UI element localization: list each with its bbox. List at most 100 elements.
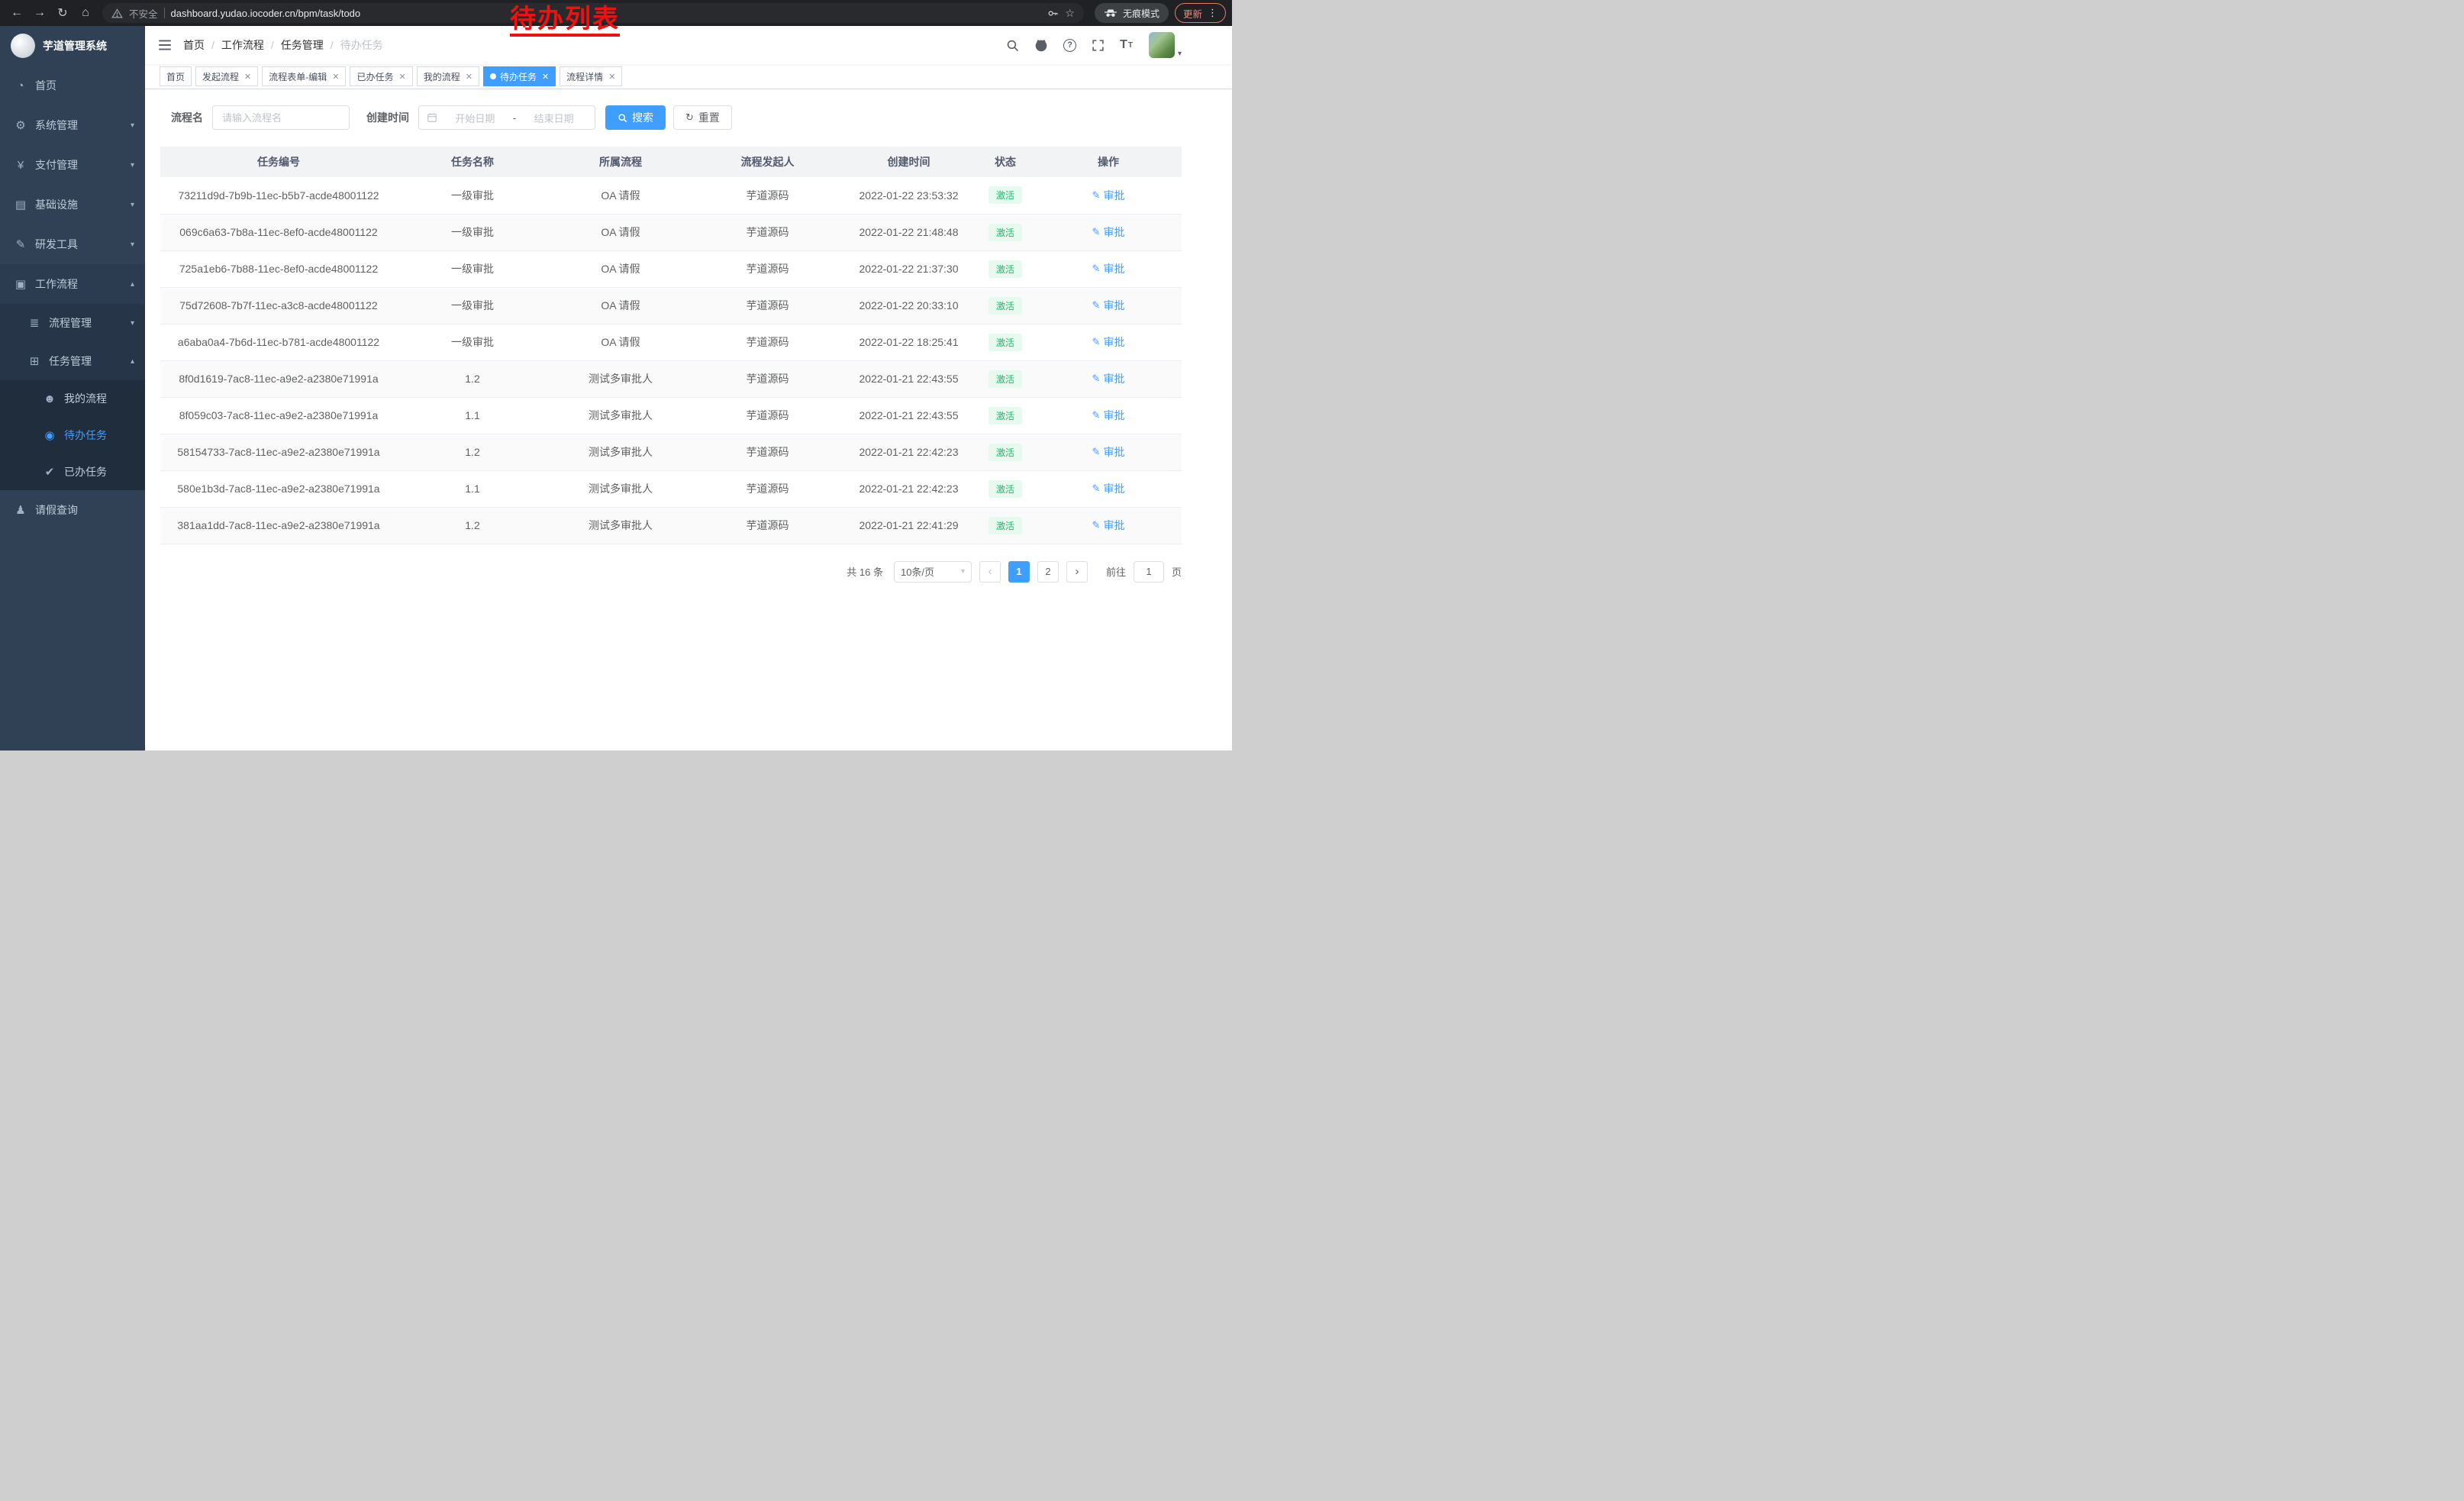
cell-created: 2022-01-21 22:43:55 [842,360,976,397]
cell-process: OA 请假 [548,324,693,360]
process-name-input[interactable] [212,105,350,130]
tab-todo-tasks[interactable]: 待办任务 ✕ [483,66,556,86]
bookmark-star-icon[interactable]: ☆ [1065,7,1075,20]
edit-icon: ✎ [1092,483,1101,495]
chevron-down-icon: ▾ [131,161,134,169]
table-row: 725a1eb6-7b88-11ec-8ef0-acde48001122 一级审… [160,250,1182,287]
sidebar-item-home[interactable]: ◔ 首页 [0,66,145,105]
sidebar-item-label: 请假查询 [35,502,78,518]
prev-page-button[interactable]: ‹ [979,561,1001,583]
home-icon[interactable]: ⌂ [75,2,96,24]
approve-link[interactable]: ✎审批 [1092,444,1125,460]
pagination-total: 共 16 条 [847,564,883,579]
sidebar-item-workflow[interactable]: ▣ 工作流程 ▴ [0,264,145,304]
menu-dots-icon[interactable]: ⋮ [1208,7,1217,19]
chevron-down-icon: ▾ [961,567,965,576]
annotation-todo-list: 待办列表 [510,6,620,37]
github-icon[interactable] [1034,38,1048,52]
cell-process: OA 请假 [548,287,693,324]
reset-button[interactable]: ↻ 重置 [673,105,732,130]
topbar: 首页 / 工作流程 / 任务管理 / 待办任务 ? [145,26,1232,64]
help-icon[interactable]: ? [1063,39,1076,52]
reload-icon[interactable]: ↻ [52,2,73,24]
tab-home[interactable]: 首页 [160,66,192,86]
start-date-placeholder[interactable]: 开始日期 [442,111,508,125]
col-task-id: 任务编号 [160,147,397,177]
approve-link[interactable]: ✎审批 [1092,298,1125,313]
search-button[interactable]: 搜索 [605,105,666,130]
search-icon[interactable] [1006,39,1019,52]
dashboard-icon: ◔ [14,79,27,92]
tab-form-edit[interactable]: 流程表单-编辑 ✕ [262,66,346,86]
sidebar-item-done-task[interactable]: ✔ 已办任务 [0,454,145,490]
avatar[interactable] [1149,32,1175,58]
browser-update-button[interactable]: 更新 ⋮ [1175,3,1226,23]
sidebar-item-label: 系统管理 [35,118,78,133]
approve-link[interactable]: ✎审批 [1092,481,1125,496]
tab-done-tasks[interactable]: 已办任务 ✕ [350,66,412,86]
end-date-placeholder[interactable]: 结束日期 [521,111,587,125]
tab-my-process[interactable]: 我的流程 ✕ [417,66,479,86]
create-time-label: 创建时间 [366,110,409,125]
tab-start-process[interactable]: 发起流程 ✕ [195,66,258,86]
tab-process-detail[interactable]: 流程详情 ✕ [560,66,622,86]
close-tab-icon[interactable]: ✕ [398,72,405,82]
approve-link[interactable]: ✎审批 [1092,188,1125,203]
cell-task-name: 一级审批 [397,250,548,287]
close-tab-icon[interactable]: ✕ [542,72,549,82]
edit-icon: ✎ [1092,336,1101,348]
page-content: 流程名 创建时间 开始日期 - 结束日期 [145,89,1232,750]
status-badge: 激活 [989,444,1022,461]
next-page-button[interactable]: › [1066,561,1088,583]
goto-page-input[interactable] [1134,561,1164,583]
cell-initiator: 芋道源码 [693,507,842,544]
forward-icon[interactable]: → [29,2,50,24]
breadcrumb-current: 待办任务 [340,37,383,53]
font-size-icon[interactable]: TT [1120,38,1134,52]
sidebar-item-process-management[interactable]: ≣ 流程管理 ▾ [0,304,145,342]
fullscreen-icon[interactable] [1092,39,1105,52]
sidebar-item-task-management[interactable]: ⊞ 任务管理 ▴ [0,342,145,380]
close-tab-icon[interactable]: ✕ [608,72,615,82]
sidebar-item-label: 研发工具 [35,237,78,252]
tab-label: 首页 [166,70,185,83]
sidebar-item-todo-task[interactable]: ◉ 待办任务 [0,417,145,454]
breadcrumb-workflow[interactable]: 工作流程 [221,37,264,53]
sidebar-item-devtools[interactable]: ✎ 研发工具 ▾ [0,224,145,264]
status-badge: 激活 [989,480,1022,498]
page-button-1[interactable]: 1 [1008,561,1030,583]
approve-link[interactable]: ✎审批 [1092,371,1125,386]
close-tab-icon[interactable]: ✕ [466,72,472,82]
list-icon: ≣ [27,316,41,330]
sidebar-item-infrastructure[interactable]: ▤ 基础设施 ▾ [0,185,145,224]
cell-created: 2022-01-21 22:43:55 [842,397,976,434]
cell-initiator: 芋道源码 [693,434,842,470]
approve-link[interactable]: ✎审批 [1092,261,1125,276]
sidebar-item-my-process[interactable]: ☻ 我的流程 [0,380,145,417]
back-icon[interactable]: ← [6,2,27,24]
approve-link[interactable]: ✎审批 [1092,224,1125,240]
approve-link[interactable]: ✎审批 [1092,518,1125,533]
sidebar-toggle-icon[interactable] [157,37,173,53]
approve-link[interactable]: ✎审批 [1092,334,1125,350]
date-range-picker[interactable]: 开始日期 - 结束日期 [418,105,595,130]
breadcrumb-home[interactable]: 首页 [183,37,205,53]
close-tab-icon[interactable]: ✕ [244,72,251,82]
sidebar: 芋道管理系统 ◔ 首页 ⚙ 系统管理 ▾ ¥ 支付管理 ▾ ▤ [0,26,145,750]
cell-task-id: 73211d9d-7b9b-11ec-b5b7-acde48001122 [160,177,397,214]
sidebar-item-system[interactable]: ⚙ 系统管理 ▾ [0,105,145,145]
sidebar-item-payment[interactable]: ¥ 支付管理 ▾ [0,145,145,185]
status-badge: 激活 [989,186,1022,204]
close-tab-icon[interactable]: ✕ [332,72,339,82]
security-label[interactable]: 不安全 [129,6,158,21]
approve-link[interactable]: ✎审批 [1092,408,1125,423]
page-size-select[interactable]: 10条/页 ▾ [894,561,972,583]
goto-page-suffix: 页 [1172,564,1182,579]
page-button-2[interactable]: 2 [1037,561,1059,583]
url-text[interactable]: dashboard.yudao.iocoder.cn/bpm/task/todo [171,8,361,19]
breadcrumb-task-management[interactable]: 任务管理 [281,37,324,53]
app-title: 芋道管理系统 [43,38,107,53]
sidebar-item-leave-query[interactable]: ♟ 请假查询 [0,490,145,530]
password-key-icon[interactable] [1047,8,1059,19]
user-menu[interactable]: ▾ [1149,32,1182,58]
